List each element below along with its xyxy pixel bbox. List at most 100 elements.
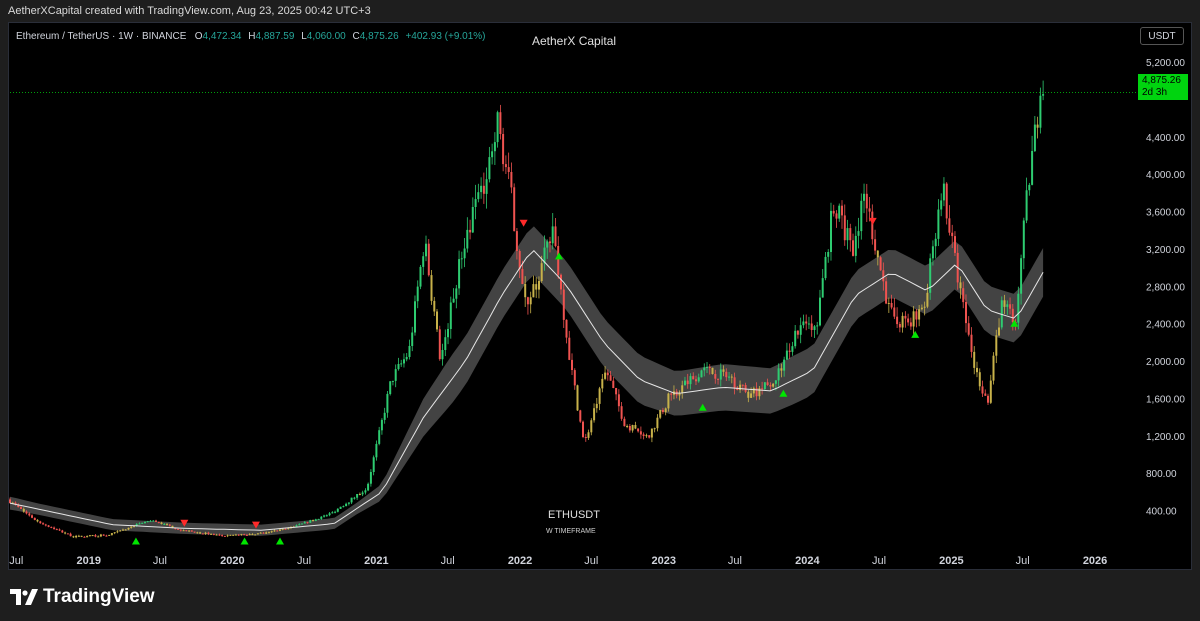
candle-body	[931, 246, 934, 259]
candle-body	[391, 380, 394, 382]
candle-body	[389, 381, 392, 394]
candle	[223, 535, 226, 537]
candle	[75, 534, 78, 539]
candle	[394, 364, 397, 388]
candle	[1000, 296, 1003, 330]
candle-body	[637, 428, 640, 432]
candle	[843, 204, 846, 246]
candle-body	[58, 529, 61, 531]
candle	[1042, 80, 1045, 101]
candle-body	[254, 534, 257, 536]
candle	[874, 229, 877, 255]
candle-body	[157, 521, 160, 523]
candle-body	[593, 408, 596, 421]
candle	[336, 507, 339, 513]
candle-body	[576, 385, 579, 411]
currency-button[interactable]: USDT	[1140, 27, 1184, 45]
candle-body	[378, 430, 381, 444]
candle-body	[909, 322, 912, 327]
candle-body	[485, 179, 488, 194]
candle	[397, 357, 400, 371]
candle	[868, 196, 871, 222]
candle-body	[336, 508, 339, 512]
x-tick-label: Jul	[728, 555, 742, 567]
candle-body	[926, 292, 929, 307]
candle	[383, 407, 386, 424]
candle-body	[1042, 94, 1045, 96]
candle-body	[648, 435, 651, 438]
candle-body	[113, 532, 116, 534]
candle-body	[987, 395, 989, 403]
candle	[496, 110, 499, 148]
candle-body	[907, 318, 910, 323]
candle	[414, 295, 416, 336]
candle	[601, 373, 604, 393]
candle-body	[796, 330, 799, 335]
candle	[342, 505, 345, 508]
candle-body	[741, 384, 744, 386]
candle-body	[1039, 95, 1042, 128]
candle	[529, 291, 532, 314]
candle-body	[75, 535, 78, 538]
candle	[987, 393, 989, 406]
candle	[141, 522, 144, 524]
candle-body	[653, 428, 656, 430]
candle-body	[119, 530, 122, 532]
candle-body	[301, 523, 303, 525]
buy-signal-marker	[240, 537, 249, 545]
candle-body	[251, 534, 254, 536]
y-tick-label: 2,800.00	[1146, 282, 1185, 293]
price-chart[interactable]: Jul 2019 Jul 2020 Jul 2021 Jul 2022 Jul 2023 Jul 20…	[0, 0, 1200, 621]
candle	[328, 511, 331, 517]
candle	[645, 433, 648, 438]
candle-body	[122, 529, 124, 531]
candle	[358, 492, 361, 496]
x-tick-label: 2021	[364, 555, 388, 567]
x-tick-label: Jul	[9, 555, 23, 567]
candle	[568, 330, 571, 361]
candle-body	[190, 530, 193, 532]
candle	[491, 143, 494, 165]
candle-body	[915, 311, 918, 320]
candle	[865, 183, 868, 222]
candle-body	[72, 536, 75, 538]
sell-signal-marker	[868, 217, 877, 225]
candle	[367, 482, 370, 492]
candle	[279, 529, 281, 532]
candle-body	[452, 298, 455, 303]
candle	[653, 427, 656, 433]
candle	[612, 376, 615, 389]
candle-body	[1028, 184, 1031, 191]
candle	[499, 104, 502, 140]
candle	[463, 238, 466, 268]
candle	[61, 529, 64, 533]
candle-body	[540, 263, 543, 281]
candle-body	[422, 256, 425, 267]
candle-body	[587, 432, 590, 438]
tradingview-logo[interactable]: TradingView	[10, 586, 155, 608]
candle-body	[937, 209, 940, 239]
candle-body	[515, 231, 518, 251]
candle	[587, 429, 590, 440]
candle	[389, 380, 392, 396]
candle-body	[942, 183, 945, 201]
candle-body	[133, 526, 135, 528]
candle-body	[64, 532, 67, 534]
candle-body	[276, 530, 279, 532]
candle-body	[141, 522, 144, 524]
candle	[64, 531, 67, 535]
candle	[898, 321, 901, 333]
candle-body	[207, 532, 210, 534]
candle	[36, 519, 39, 523]
candle	[33, 517, 36, 521]
candle-body	[521, 269, 524, 284]
candle-body	[700, 370, 703, 378]
candle-body	[83, 536, 86, 538]
candle	[824, 252, 827, 281]
candle	[50, 526, 53, 529]
candle-body	[681, 385, 684, 394]
candle-body	[609, 375, 612, 381]
candle-body	[88, 535, 91, 537]
candle-body	[474, 199, 477, 207]
candle-body	[819, 297, 821, 326]
